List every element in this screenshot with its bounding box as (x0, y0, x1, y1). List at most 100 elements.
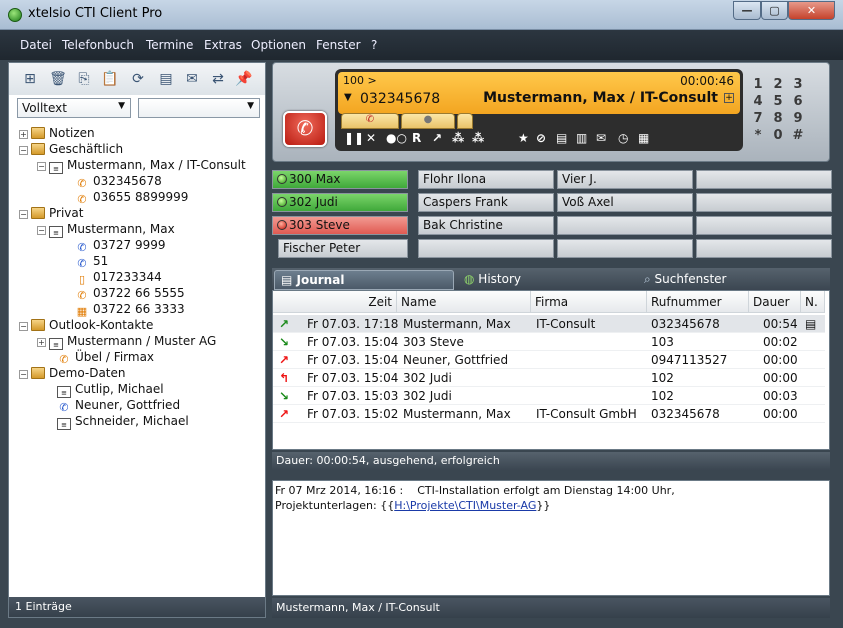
menu-termine[interactable]: Termine (146, 38, 193, 52)
tab-history[interactable]: ◍ History (458, 270, 527, 290)
blf-button[interactable]: Fischer Peter (278, 239, 408, 258)
mail-icon[interactable]: ✉ (596, 131, 606, 145)
table-row[interactable]: ↘ Fr 07.03. 15:04 303 Steve 103 00:02 (273, 333, 825, 351)
clock-icon[interactable]: ◷ (618, 131, 628, 145)
paste-icon[interactable]: 📋 (101, 70, 119, 88)
pin-icon[interactable]: 📌 (235, 70, 253, 88)
redial-icon[interactable]: R (412, 131, 421, 145)
table-row[interactable]: ↗ Fr 07.03. 17:18 Mustermann, Max IT-Con… (273, 315, 825, 333)
blf-button[interactable]: Caspers Frank (418, 193, 554, 212)
call-tab-3[interactable] (457, 113, 473, 129)
search-mode-select[interactable]: Volltext ▼ (17, 98, 131, 118)
blf-button[interactable]: 303 Steve (272, 216, 408, 235)
key-8[interactable]: 8 (769, 111, 787, 127)
tree-item-contact[interactable]: + ≡ Mustermann / Muster AG (37, 333, 216, 350)
tree-item-phone[interactable]: ✆ 03722 66 5555 (75, 285, 184, 302)
blf-button[interactable] (696, 216, 832, 235)
expand-icon[interactable]: + (37, 338, 46, 347)
col-header-dauer[interactable]: Dauer (749, 291, 801, 313)
caret-down-icon[interactable]: ▼ (344, 92, 352, 103)
notes-area[interactable]: Fr 07 Mrz 2014, 16:16 : CTI-Installation… (272, 480, 830, 596)
menu-datei[interactable]: Datei (20, 38, 52, 52)
note-icon[interactable]: ▤ (805, 317, 816, 331)
sync-icon[interactable]: ⇄ (209, 70, 227, 88)
delete-icon[interactable]: 🗑 (49, 70, 67, 88)
key-star[interactable]: * (749, 128, 767, 144)
close-button[interactable]: ✕ (788, 1, 835, 20)
table-row[interactable]: ↰ Fr 07.03. 15:04 302 Judi 102 00:00 (273, 369, 825, 387)
col-header-zeit[interactable]: Zeit (273, 291, 397, 313)
col-header-name[interactable]: Name (397, 291, 531, 313)
book-icon[interactable]: ▥ (576, 131, 587, 145)
menu-telefonbuch[interactable]: Telefonbuch (62, 38, 134, 52)
collapse-icon[interactable]: − (19, 370, 28, 379)
conference-icon[interactable]: ⁂ (452, 131, 464, 145)
tree-item-phone[interactable]: ✆ 03655 8899999 (75, 189, 188, 206)
tree-item-phone[interactable]: ▯ 017233344 (75, 269, 162, 286)
key-2[interactable]: 2 (769, 77, 787, 93)
blf-button[interactable] (696, 193, 832, 212)
blf-button[interactable] (557, 216, 693, 235)
col-header-rufnummer[interactable]: Rufnummer (647, 291, 749, 313)
tree-item-phone[interactable]: ✆ 03727 9999 (75, 237, 165, 254)
blf-button[interactable]: Voß Axel (557, 193, 693, 212)
key-7[interactable]: 7 (749, 111, 767, 127)
dnd-icon[interactable]: ⊘ (536, 131, 546, 145)
blf-button[interactable] (696, 170, 832, 189)
blf-button[interactable] (418, 239, 554, 258)
refresh-icon[interactable]: ⟳ (129, 70, 147, 88)
key-5[interactable]: 5 (769, 94, 787, 110)
favorite-icon[interactable]: ★ (518, 131, 529, 145)
menu-optionen[interactable]: Optionen (251, 38, 306, 52)
tree-item-contact[interactable]: ≡ Cutlip, Michael (57, 381, 164, 398)
collapse-icon[interactable]: − (19, 146, 28, 155)
call-tab-2[interactable]: ● (401, 113, 455, 129)
card-icon[interactable]: ▤ (556, 131, 567, 145)
collapse-icon[interactable]: − (19, 322, 28, 331)
line-label[interactable]: 100 > (343, 74, 377, 87)
tab-journal[interactable]: ▤ Journal (274, 270, 454, 290)
key-0[interactable]: 0 (769, 128, 787, 144)
key-4[interactable]: 4 (749, 94, 767, 110)
hold-icon[interactable]: ❚❚ (344, 131, 364, 145)
tree-item-notizen[interactable]: + Notizen (19, 125, 95, 141)
search-input[interactable]: ▼ (138, 98, 260, 118)
expand-icon[interactable]: + (19, 130, 28, 139)
menu-extras[interactable]: Extras (204, 38, 242, 52)
record-icon[interactable]: ●○ (386, 131, 407, 145)
tree-item-privat[interactable]: − Privat (19, 205, 83, 221)
maximize-button[interactable]: ▢ (761, 1, 788, 20)
card-icon[interactable]: ▤ (157, 70, 175, 88)
key-3[interactable]: 3 (789, 77, 807, 93)
calculator-icon[interactable]: ▦ (638, 131, 649, 145)
blf-button[interactable]: Flohr Ilona (418, 170, 554, 189)
call-tab-1[interactable]: ✆ (341, 113, 399, 129)
tree-item-outlook[interactable]: − Outlook-Kontakte (19, 317, 153, 333)
tree-item-contact[interactable]: ✆ Neuner, Gottfried (57, 397, 180, 414)
copy-icon[interactable]: ⎘ (75, 70, 93, 88)
col-header-notiz[interactable]: N. (801, 291, 825, 313)
add-icon[interactable]: + (724, 93, 734, 103)
blf-button[interactable]: Vier J. (557, 170, 693, 189)
table-row[interactable]: ↗ Fr 07.03. 15:02 Mustermann, Max IT-Con… (273, 405, 825, 423)
new-contact-icon[interactable]: ⊞ (21, 70, 39, 88)
tree-item-contact[interactable]: − ≡ Mustermann, Max (37, 221, 175, 238)
table-row[interactable]: ↗ Fr 07.03. 15:04 Neuner, Gottfried 0947… (273, 351, 825, 369)
key-9[interactable]: 9 (789, 111, 807, 127)
minimize-button[interactable]: — (733, 1, 761, 20)
tree-item-geschaeftlich[interactable]: − Geschäftlich (19, 141, 123, 157)
collapse-icon[interactable]: − (37, 162, 46, 171)
transfer-icon[interactable]: ↗ (432, 131, 442, 145)
col-header-firma[interactable]: Firma (531, 291, 647, 313)
group-icon[interactable]: ⁂ (472, 131, 484, 145)
tree-item-demo[interactable]: − Demo-Daten (19, 365, 126, 381)
key-hash[interactable]: # (789, 128, 807, 144)
end-icon[interactable]: ✕ (366, 131, 376, 145)
project-link[interactable]: H:\Projekte\CTI\Muster-AG (394, 499, 536, 512)
menu-fenster[interactable]: Fenster (316, 38, 361, 52)
key-6[interactable]: 6 (789, 94, 807, 110)
blf-button[interactable]: Bak Christine (418, 216, 554, 235)
menu-help[interactable]: ? (371, 38, 377, 52)
tree-item-phone[interactable]: ✆ 032345678 (75, 173, 161, 190)
tree-item-contact[interactable]: − ≡ Mustermann, Max / IT-Consult (37, 157, 246, 174)
